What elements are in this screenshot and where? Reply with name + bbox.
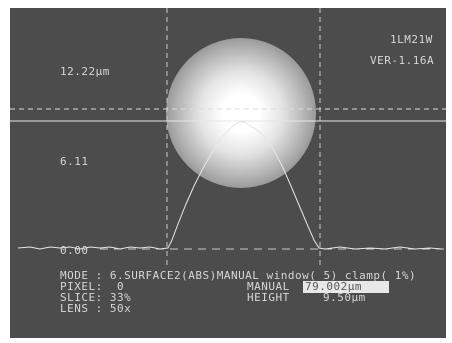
scale-zero-label: 0.00 — [60, 244, 89, 257]
bright-spot — [166, 38, 316, 188]
version-label: VER-1.16A — [370, 54, 435, 67]
lens-status: LENS : 50x — [60, 302, 132, 315]
microscope-screen: 1LM21W VER-1.16A 12.22μm 6.11 0.00 MODE … — [10, 8, 446, 338]
height-value: 9.50μm — [323, 291, 366, 304]
scale-mid-label: 6.11 — [60, 155, 89, 168]
scale-top-label: 12.22μm — [60, 65, 110, 78]
model-label: 1LM21W — [390, 33, 433, 46]
height-label: HEIGHT — [247, 291, 290, 304]
